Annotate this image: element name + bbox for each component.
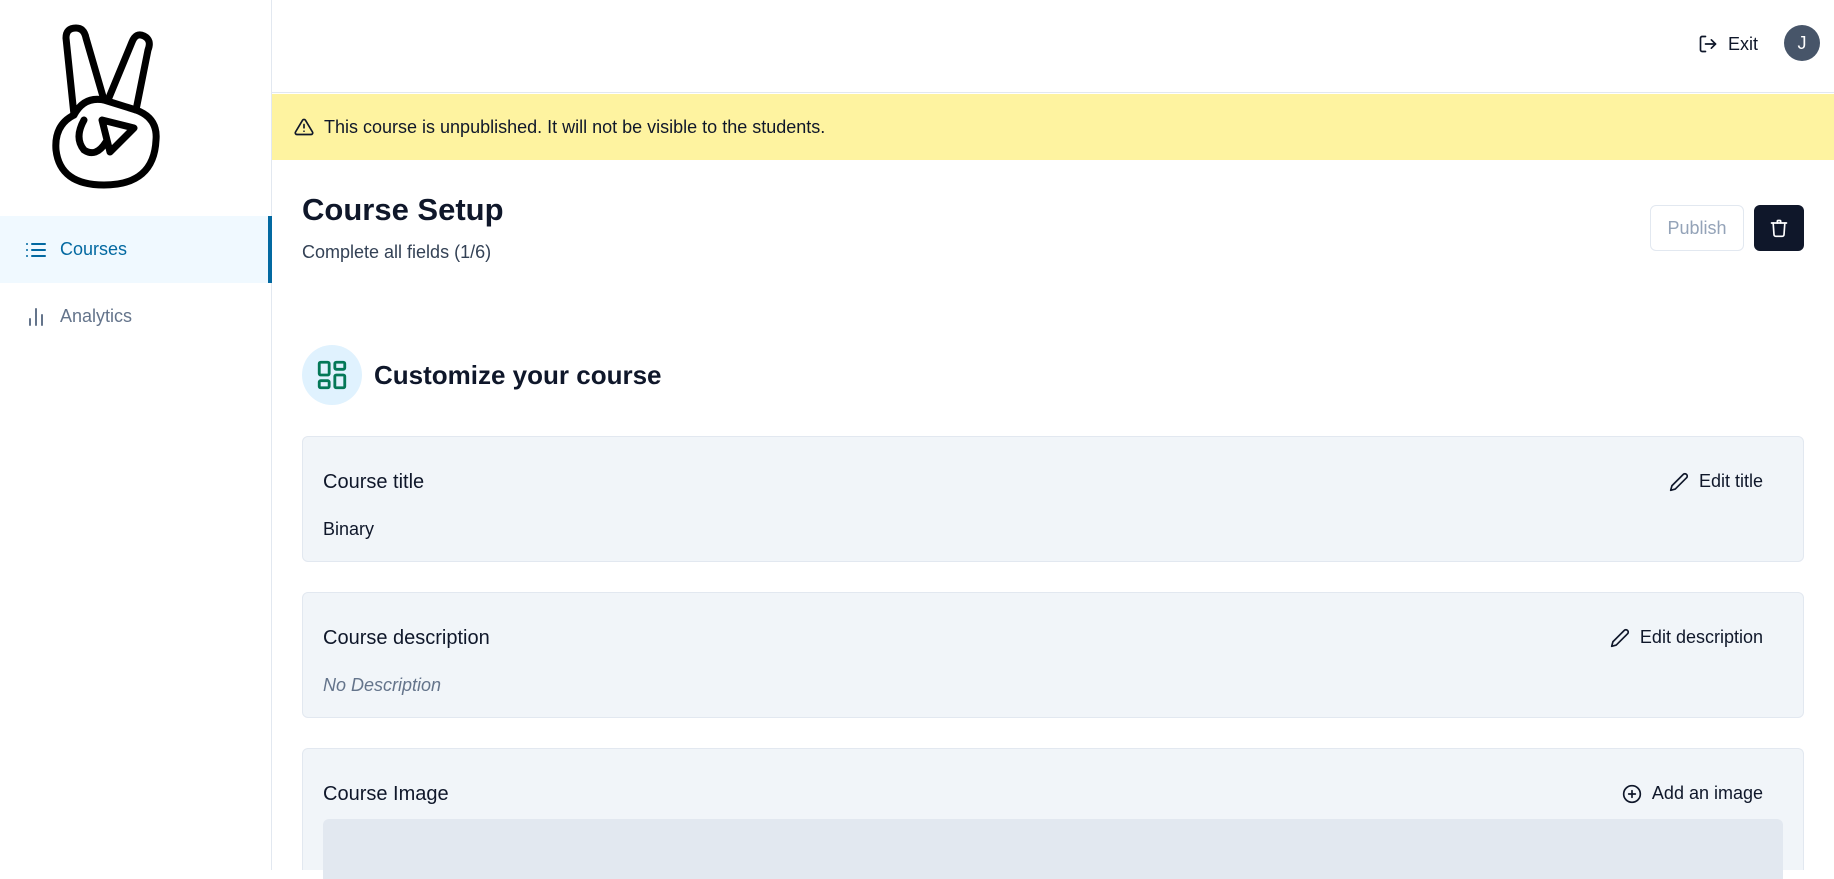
- delete-button[interactable]: [1754, 205, 1804, 251]
- customize-section-header: Customize your course: [302, 345, 662, 405]
- section-title: Customize your course: [374, 359, 662, 390]
- publish-button[interactable]: Publish: [1650, 205, 1744, 251]
- card-label: Course Image: [323, 783, 449, 805]
- bar-chart-icon: [29, 307, 43, 326]
- exit-label: Exit: [1727, 33, 1758, 54]
- log-out-icon: [1699, 35, 1717, 53]
- alert-triangle-icon: [294, 118, 314, 136]
- card-label: Course description: [323, 627, 490, 649]
- banner-text: This course is unpublished. It will not …: [324, 116, 826, 137]
- course-description-card: Course description Edit description No D…: [302, 592, 1804, 718]
- unpublished-banner: This course is unpublished. It will not …: [272, 94, 1834, 160]
- add-image-button[interactable]: Add an image: [1622, 783, 1763, 804]
- course-image-card: Course Image Add an image: [302, 748, 1804, 879]
- pencil-icon: [1669, 472, 1688, 491]
- sidebar: Courses Analytics: [0, 0, 272, 870]
- card-label: Course title: [323, 471, 425, 493]
- edit-description-button[interactable]: Edit description: [1610, 627, 1763, 648]
- topbar: Exit J: [272, 0, 1834, 93]
- sidebar-item-courses[interactable]: Courses: [0, 216, 272, 283]
- layout-dashboard-icon: [302, 345, 362, 405]
- pencil-icon: [1610, 628, 1629, 647]
- list-icon: [26, 242, 46, 257]
- completion-text: Complete all fields (1/6): [302, 242, 492, 262]
- sidebar-item-label: Analytics: [60, 306, 133, 326]
- edit-description-label: Edit description: [1639, 627, 1763, 647]
- sidebar-item-analytics[interactable]: Analytics: [0, 283, 272, 350]
- edit-title-label: Edit title: [1698, 471, 1763, 491]
- sidebar-item-label: Courses: [60, 239, 128, 259]
- peace-hand-logo: [52, 24, 160, 189]
- plus-circle-icon: [1622, 784, 1642, 803]
- edit-title-button[interactable]: Edit title: [1669, 471, 1763, 492]
- course-title-card: Course title Edit title Binary: [302, 436, 1804, 562]
- add-image-label: Add an image: [1651, 783, 1763, 803]
- image-placeholder[interactable]: [323, 819, 1783, 879]
- trash-icon: [1770, 219, 1788, 238]
- avatar[interactable]: J: [1784, 25, 1820, 61]
- course-description-value: No Description: [323, 675, 442, 695]
- course-title-value: Binary: [323, 519, 375, 539]
- page-title: Course Setup: [302, 192, 504, 227]
- exit-button[interactable]: Exit: [1698, 28, 1758, 60]
